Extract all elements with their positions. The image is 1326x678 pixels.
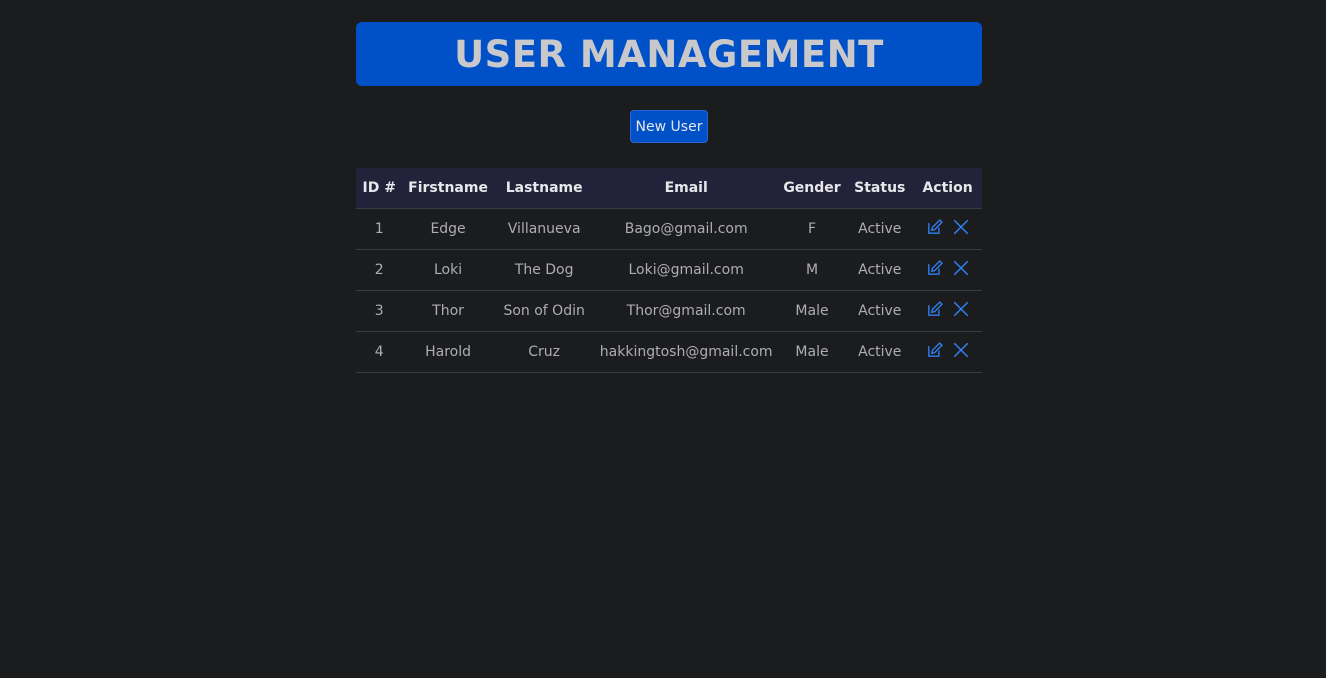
table-header-row: ID # Firstname Lastname Email Gender Sta… <box>356 168 982 209</box>
column-header-status: Status <box>846 168 914 209</box>
users-table: ID # Firstname Lastname Email Gender Sta… <box>356 168 982 373</box>
cell-lastname: Son of Odin <box>493 290 595 332</box>
cell-gender: Male <box>777 331 847 373</box>
header-banner: USER MANAGEMENT <box>356 22 982 86</box>
edit-icon[interactable] <box>926 218 944 236</box>
cell-email: Loki@gmail.com <box>594 249 778 291</box>
cell-id: 4 <box>356 331 403 373</box>
close-icon[interactable] <box>952 300 970 318</box>
cell-gender: F <box>777 208 847 250</box>
cell-status: Active <box>846 331 914 373</box>
cell-actions <box>913 331 982 373</box>
column-header-gender: Gender <box>777 168 847 209</box>
cell-actions <box>913 290 982 332</box>
cell-status: Active <box>846 290 914 332</box>
edit-icon[interactable] <box>926 341 944 359</box>
cell-firstname: Harold <box>402 331 494 373</box>
cell-email: Bago@gmail.com <box>594 208 778 250</box>
cell-id: 1 <box>356 208 403 250</box>
cell-lastname: Cruz <box>493 331 595 373</box>
page-title: USER MANAGEMENT <box>454 32 884 76</box>
cell-firstname: Loki <box>402 249 494 291</box>
table-row: 4 Harold Cruz hakkingtosh@gmail.com Male… <box>356 331 982 373</box>
column-header-firstname: Firstname <box>402 168 494 209</box>
cell-status: Active <box>846 249 914 291</box>
cell-status: Active <box>846 208 914 250</box>
column-header-id: ID # <box>356 168 403 209</box>
cell-gender: M <box>777 249 847 291</box>
close-icon[interactable] <box>952 259 970 277</box>
table-row: 1 Edge Villanueva Bago@gmail.com F Activ… <box>356 208 982 250</box>
cell-lastname: The Dog <box>493 249 595 291</box>
edit-icon[interactable] <box>926 259 944 277</box>
cell-actions <box>913 249 982 291</box>
user-management-panel: USER MANAGEMENT New User ID # Firstname … <box>356 22 982 373</box>
close-icon[interactable] <box>952 218 970 236</box>
cell-id: 2 <box>356 249 403 291</box>
table-row: 2 Loki The Dog Loki@gmail.com M Active <box>356 249 982 291</box>
table-row: 3 Thor Son of Odin Thor@gmail.com Male A… <box>356 290 982 332</box>
cell-firstname: Edge <box>402 208 494 250</box>
column-header-email: Email <box>594 168 778 209</box>
cell-gender: Male <box>777 290 847 332</box>
new-user-button[interactable]: New User <box>629 110 709 143</box>
toolbar: New User <box>356 110 982 144</box>
cell-email: hakkingtosh@gmail.com <box>594 331 778 373</box>
close-icon[interactable] <box>952 341 970 359</box>
column-header-lastname: Lastname <box>493 168 595 209</box>
cell-actions <box>913 208 982 250</box>
edit-icon[interactable] <box>926 300 944 318</box>
cell-email: Thor@gmail.com <box>594 290 778 332</box>
cell-firstname: Thor <box>402 290 494 332</box>
cell-id: 3 <box>356 290 403 332</box>
column-header-action: Action <box>913 168 982 209</box>
cell-lastname: Villanueva <box>493 208 595 250</box>
